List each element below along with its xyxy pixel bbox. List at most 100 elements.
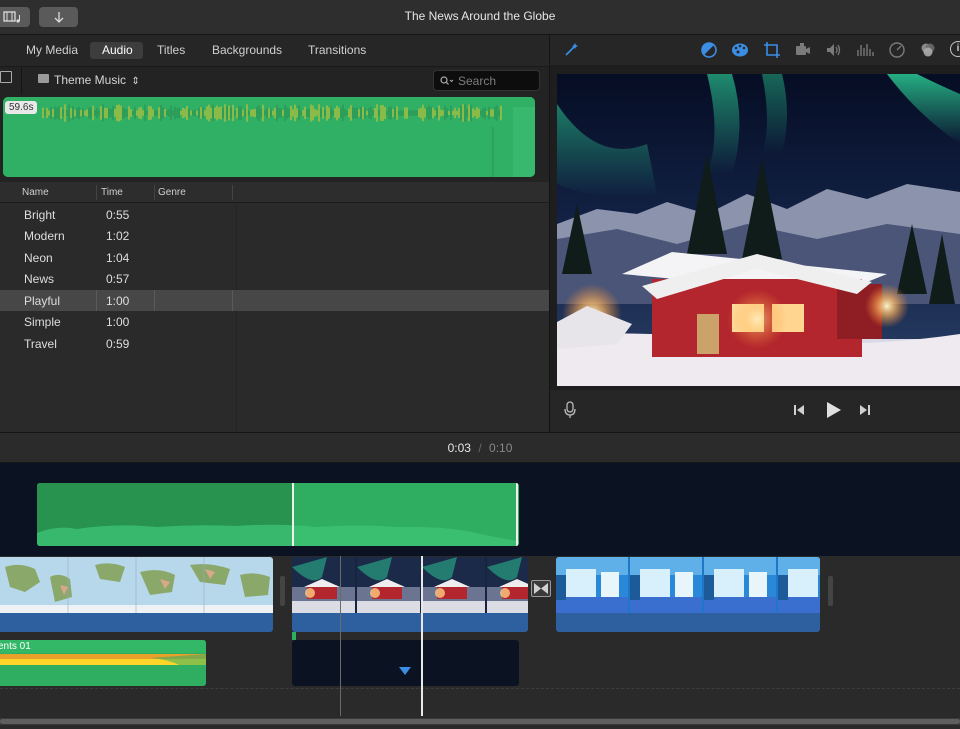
tab-titles[interactable]: Titles [145, 42, 197, 59]
title-clip[interactable]: ents 01 [0, 640, 206, 686]
speed-icon[interactable] [888, 41, 906, 59]
sidebar-toggle-icon[interactable] [0, 71, 12, 83]
crop-icon[interactable] [763, 41, 781, 59]
world-map-thumbnail [0, 557, 273, 613]
title-clip-label: ents 01 [0, 641, 31, 652]
search-icon [440, 76, 454, 85]
waterfall-thumbnail-strip [556, 557, 820, 613]
divider [21, 67, 22, 94]
song-time: 0:57 [106, 272, 130, 286]
folder-icon [38, 74, 49, 83]
song-time: 1:00 [106, 294, 130, 308]
column-genre[interactable]: Genre [158, 187, 186, 198]
song-name: Travel [24, 337, 57, 351]
list-item[interactable]: Bright 0:55 [0, 204, 549, 225]
skimmer-line [340, 556, 341, 716]
timeline-clip-aurora-cabin[interactable] [292, 557, 528, 632]
song-name: News [24, 272, 55, 286]
song-time: 1:02 [106, 229, 130, 243]
list-item[interactable]: Neon 1:04 [0, 247, 549, 268]
song-time: 0:59 [106, 337, 130, 351]
imovie-window: The News Around the Globe My Media Audio… [0, 0, 960, 729]
transition-icon[interactable] [531, 580, 551, 597]
list-item[interactable]: News 0:57 [0, 268, 549, 289]
browser-tabs: My Media Audio Titles Backgrounds Transi… [0, 35, 549, 66]
column-divider [232, 185, 233, 200]
video-viewer[interactable] [557, 74, 960, 386]
tab-audio[interactable]: Audio [90, 42, 143, 59]
song-time: 1:00 [106, 315, 130, 329]
stabilization-icon[interactable] [794, 42, 812, 58]
skip-forward-icon[interactable] [858, 403, 872, 417]
timeline-clip-waterfall[interactable] [556, 557, 820, 632]
popup-chevron-icon: ⇕ [131, 76, 140, 87]
window-title: The News Around the Globe [404, 9, 556, 23]
clip-edge-handle[interactable] [280, 576, 285, 606]
timecode-display: 0:03 / 0:10 [0, 441, 960, 455]
microphone-icon[interactable] [563, 401, 577, 419]
filter-icon[interactable] [919, 41, 937, 59]
title-clip-band [0, 654, 206, 686]
tab-backgrounds[interactable]: Backgrounds [200, 42, 294, 59]
cell-divider [154, 290, 155, 311]
list-item[interactable]: Travel 0:59 [0, 333, 549, 354]
clip-edge-handle[interactable] [828, 576, 833, 606]
song-list: Name Time Genre Bright 0:55 Modern 1:02 … [0, 182, 549, 432]
equalizer-icon[interactable] [856, 42, 874, 58]
source-label: Theme Music [54, 73, 127, 87]
time-separator: / [478, 441, 482, 455]
playhead[interactable] [421, 556, 423, 716]
magic-wand-icon[interactable] [562, 41, 580, 59]
song-name: Bright [24, 208, 56, 222]
duration-badge: 59.6s [5, 101, 38, 114]
skip-back-icon[interactable] [792, 403, 806, 417]
adjustments-bar: i [550, 35, 960, 65]
cabin-thumbnail-strip [292, 557, 528, 613]
volume-icon[interactable] [825, 42, 843, 58]
column-name[interactable]: Name [22, 187, 49, 198]
tab-transitions[interactable]: Transitions [296, 42, 378, 59]
list-header: Name Time Genre [0, 182, 549, 203]
color-palette-icon[interactable] [730, 41, 750, 59]
song-name: Playful [24, 294, 61, 308]
pane-divider[interactable] [549, 35, 550, 432]
browser-toolbar: Theme Music ⇕ Search [0, 66, 549, 94]
triangle-marker-icon [399, 667, 411, 675]
background-music-clip[interactable] [37, 483, 519, 546]
column-divider [154, 185, 155, 200]
timeline-clip-world-map[interactable] [0, 557, 273, 632]
music-waveform-graphic [37, 483, 519, 546]
play-icon[interactable] [823, 400, 843, 420]
info-icon[interactable]: i [950, 41, 960, 57]
clip-marker [292, 632, 296, 640]
playback-controls [550, 390, 960, 432]
title-bar: The News Around the Globe [0, 0, 960, 35]
timecode-bar: 0:03 / 0:10 [0, 432, 960, 463]
color-balance-icon[interactable] [700, 41, 718, 59]
effect-clip[interactable] [292, 632, 519, 686]
audio-waveform-preview[interactable]: 59.6s [3, 97, 535, 177]
song-name: Neon [24, 251, 53, 265]
waveform-graphic [3, 97, 535, 177]
tab-my-media[interactable]: My Media [14, 42, 90, 59]
column-time[interactable]: Time [101, 187, 123, 198]
song-name: Modern [24, 229, 65, 243]
list-item[interactable]: Simple 1:00 [0, 311, 549, 332]
audio-lane-guide [0, 688, 960, 689]
scrollbar-thumb[interactable] [0, 719, 960, 724]
source-popup[interactable]: Theme Music ⇕ [54, 73, 140, 87]
list-item-selected[interactable]: Playful 1:00 [0, 290, 549, 311]
column-divider [96, 185, 97, 200]
list-item[interactable]: Modern 1:02 [0, 225, 549, 246]
search-field[interactable]: Search [433, 70, 540, 91]
timeline: ents 01 [0, 556, 960, 729]
audio-preview-panel: 59.6s [0, 94, 549, 182]
song-time: 0:55 [106, 208, 130, 222]
song-name: Simple [24, 315, 61, 329]
viewer-frame-aurora-cabin [557, 74, 960, 386]
total-time: 0:10 [489, 441, 513, 455]
current-time: 0:03 [447, 441, 471, 455]
timeline-scrollbar[interactable] [0, 718, 960, 725]
song-time: 1:04 [106, 251, 130, 265]
cell-divider [232, 290, 233, 311]
